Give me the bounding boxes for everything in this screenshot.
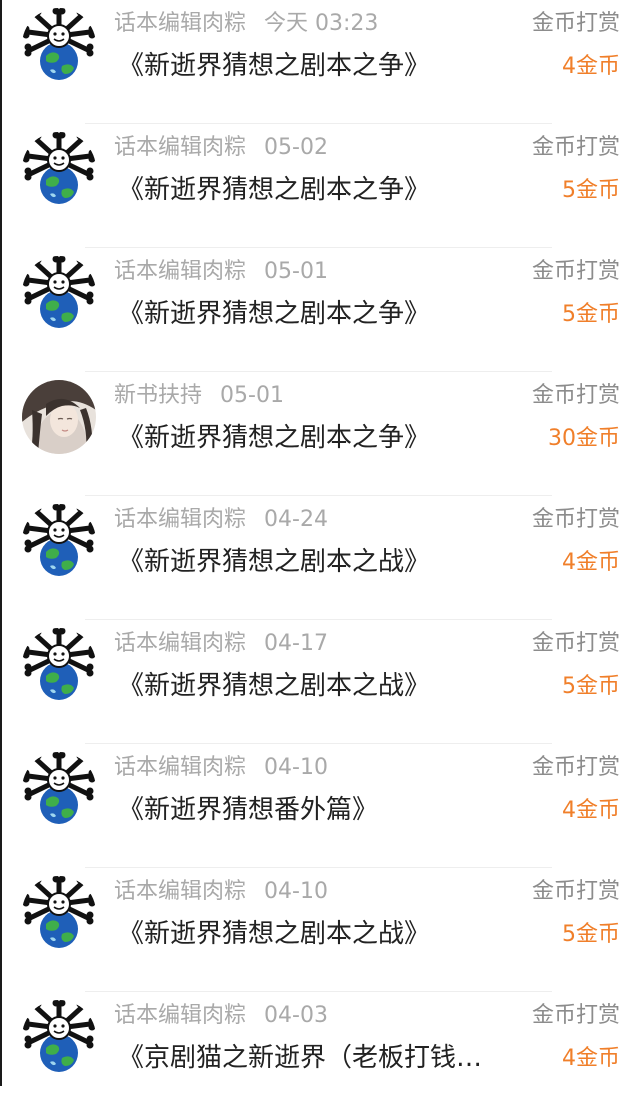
reward-record-row[interactable]: 话本编辑肉粽 05-02 《新逝界猜想之剧本之争》 金币打赏 5金币 [0,124,640,248]
reward-type-label: 金币打赏 [531,135,620,160]
sender-name[interactable]: 新书扶持 [114,383,202,408]
sender-name[interactable]: 话本编辑肉粽 [114,259,246,284]
user-globe-avatar[interactable] [22,1000,96,1074]
user-portrait-avatar[interactable] [22,380,96,454]
record-meta: 话本编辑肉粽 04-10 [114,753,328,783]
reward-type-label: 金币打赏 [531,631,620,656]
sender-name[interactable]: 话本编辑肉粽 [114,879,246,904]
record-meta: 话本编辑肉粽 04-03 [114,1001,328,1031]
reward-record-row[interactable]: 话本编辑肉粽 04-10 《新逝界猜想番外篇》 金币打赏 4金币 [0,744,640,868]
record-time: 04-24 [264,507,328,532]
reward-record-row[interactable]: 话本编辑肉粽 04-03 《京剧猫之新逝界（老板打钱… 金币打赏 4金币 [0,992,640,1116]
record-meta: 话本编辑肉粽 05-02 [114,133,328,163]
reward-type-label: 金币打赏 [531,383,620,408]
record-meta: 话本编辑肉粽 04-17 [114,629,328,659]
reward-amount: 4金币 [562,1046,620,1071]
work-title[interactable]: 《新逝界猜想之剧本之争》 [118,295,518,333]
reward-amount: 5金币 [562,922,620,947]
reward-record-row[interactable]: 话本编辑肉粽 05-01 《新逝界猜想之剧本之争》 金币打赏 5金币 [0,248,640,372]
record-meta: 话本编辑肉粽 04-24 [114,505,328,535]
record-meta: 新书扶持 05-01 [114,381,284,411]
reward-amount: 4金币 [562,54,620,79]
reward-records-list: 话本编辑肉粽 今天 03:23 《新逝界猜想之剧本之争》 金币打赏 4金币 话本… [0,0,640,1116]
reward-record-row[interactable]: 新书扶持 05-01 《新逝界猜想之剧本之争》 金币打赏 30金币 [0,372,640,496]
reward-type-label: 金币打赏 [531,879,620,904]
reward-amount: 5金币 [562,674,620,699]
reward-type-label: 金币打赏 [531,755,620,780]
sender-name[interactable]: 话本编辑肉粽 [114,631,246,656]
record-time: 04-03 [264,1003,328,1028]
reward-amount: 5金币 [562,178,620,203]
user-globe-avatar[interactable] [22,628,96,702]
work-title[interactable]: 《新逝界猜想之剧本之战》 [118,667,518,705]
work-title[interactable]: 《新逝界猜想之剧本之战》 [118,915,518,953]
work-title[interactable]: 《京剧猫之新逝界（老板打钱… [118,1039,518,1077]
user-globe-avatar[interactable] [22,752,96,826]
sender-name[interactable]: 话本编辑肉粽 [114,755,246,780]
user-globe-avatar[interactable] [22,876,96,950]
record-meta: 话本编辑肉粽 今天 03:23 [114,9,378,39]
work-title[interactable]: 《新逝界猜想番外篇》 [118,791,518,829]
reward-type-label: 金币打赏 [531,507,620,532]
sender-name[interactable]: 话本编辑肉粽 [114,11,246,36]
reward-record-row[interactable]: 话本编辑肉粽 04-17 《新逝界猜想之剧本之战》 金币打赏 5金币 [0,620,640,744]
work-title[interactable]: 《新逝界猜想之剧本之战》 [118,543,518,581]
sender-name[interactable]: 话本编辑肉粽 [114,507,246,532]
work-title[interactable]: 《新逝界猜想之剧本之争》 [118,419,518,457]
record-meta: 话本编辑肉粽 04-10 [114,877,328,907]
user-globe-avatar[interactable] [22,256,96,330]
record-time: 05-01 [264,259,328,284]
record-meta: 话本编辑肉粽 05-01 [114,257,328,287]
record-time: 今天 03:23 [264,11,379,36]
work-title[interactable]: 《新逝界猜想之剧本之争》 [118,171,518,209]
work-title[interactable]: 《新逝界猜想之剧本之争》 [118,47,518,85]
user-globe-avatar[interactable] [22,132,96,206]
reward-record-row[interactable]: 话本编辑肉粽 04-24 《新逝界猜想之剧本之战》 金币打赏 4金币 [0,496,640,620]
record-time: 04-17 [264,631,328,656]
user-globe-avatar[interactable] [22,8,96,82]
reward-type-label: 金币打赏 [531,259,620,284]
user-globe-avatar[interactable] [22,504,96,578]
sender-name[interactable]: 话本编辑肉粽 [114,135,246,160]
record-time: 05-01 [220,383,284,408]
reward-amount: 4金币 [562,798,620,823]
reward-type-label: 金币打赏 [531,1003,620,1028]
reward-type-label: 金币打赏 [531,11,620,36]
reward-amount: 30金币 [548,426,620,451]
reward-amount: 5金币 [562,302,620,327]
sender-name[interactable]: 话本编辑肉粽 [114,1003,246,1028]
record-time: 04-10 [264,879,328,904]
reward-amount: 4金币 [562,550,620,575]
record-time: 04-10 [264,755,328,780]
record-time: 05-02 [264,135,328,160]
reward-record-row[interactable]: 话本编辑肉粽 今天 03:23 《新逝界猜想之剧本之争》 金币打赏 4金币 [0,0,640,124]
reward-record-row[interactable]: 话本编辑肉粽 04-10 《新逝界猜想之剧本之战》 金币打赏 5金币 [0,868,640,992]
